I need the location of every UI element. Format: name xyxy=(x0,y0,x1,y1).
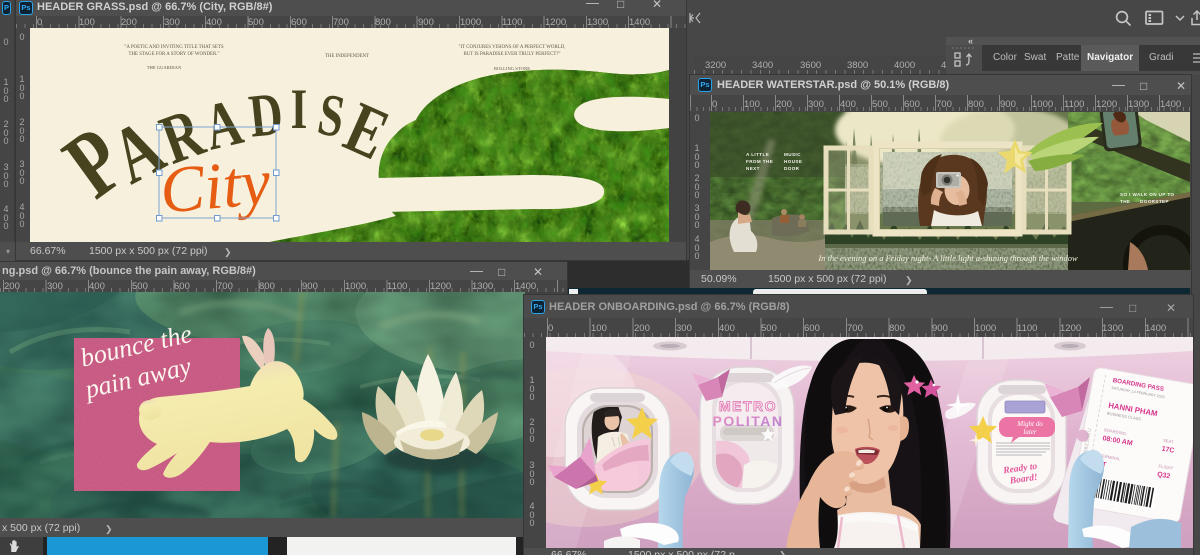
svg-text:D: D xyxy=(246,79,286,150)
svg-text:"IT CONJURES VISIONS OF A PERF: "IT CONJURES VISIONS OF A PERFECT WORLD, xyxy=(459,45,566,50)
svg-text:BUT IS PARADISE EVER TRULY PER: BUT IS PARADISE EVER TRULY PERFECT?" xyxy=(463,52,560,57)
svg-text:HOUSE: HOUSE xyxy=(784,159,802,164)
svg-text:In the evening on a Friday nig: In the evening on a Friday night- A litt… xyxy=(817,253,1078,263)
svg-text:FROM THE: FROM THE xyxy=(746,159,773,164)
svg-text:A LITTLE: A LITTLE xyxy=(746,152,769,157)
svg-text:later: later xyxy=(1023,428,1036,436)
svg-text:THE STAGE FOR A STORY OF WONDE: THE STAGE FOR A STORY OF WONDER." xyxy=(128,52,219,57)
svg-text:POLITAN: POLITAN xyxy=(713,413,784,429)
svg-text:DOOR: DOOR xyxy=(784,166,800,171)
svg-text:ROLLING STONE: ROLLING STONE xyxy=(494,66,530,71)
svg-text:Might do: Might do xyxy=(1016,420,1043,428)
svg-text:I: I xyxy=(291,77,308,140)
svg-text:MUSIC: MUSIC xyxy=(784,152,801,157)
svg-text:THE GUARDIAN: THE GUARDIAN xyxy=(147,65,182,70)
svg-text:THE: THE xyxy=(1120,199,1130,204)
svg-text:METRO: METRO xyxy=(719,398,777,414)
svg-text:SO I WALK ON UP TO: SO I WALK ON UP TO xyxy=(1120,192,1175,197)
svg-text:NEXT: NEXT xyxy=(746,166,760,171)
svg-text:"A POETIC AND INVITING TITLE T: "A POETIC AND INVITING TITLE THAT SETS xyxy=(124,45,224,50)
svg-text:DOORSTEP: DOORSTEP xyxy=(1140,199,1169,204)
svg-text:THE INDEPENDENT: THE INDEPENDENT xyxy=(325,54,369,59)
